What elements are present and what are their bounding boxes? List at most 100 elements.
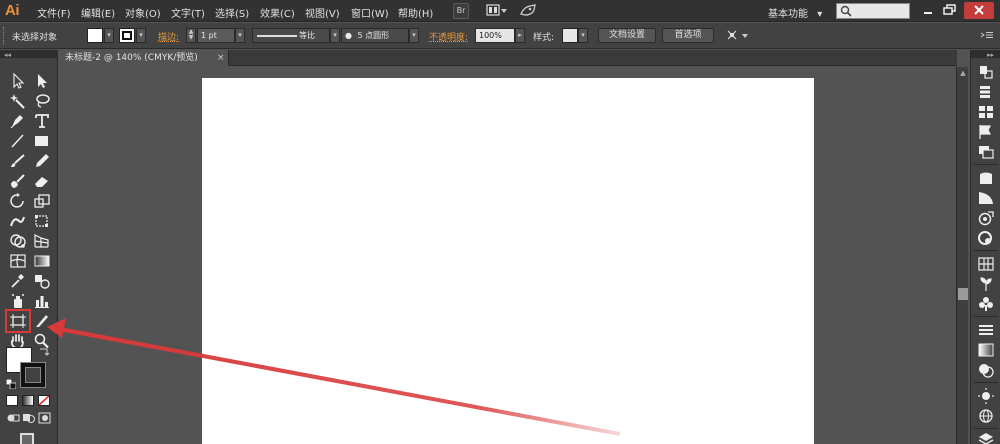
- fill-swatch[interactable]: [87, 28, 103, 43]
- layers-panel-button[interactable]: [976, 431, 996, 444]
- tools-panel-grip[interactable]: ◂◂: [0, 50, 58, 59]
- control-bar-grip[interactable]: [3, 27, 6, 45]
- swap-fill-stroke-button[interactable]: [38, 347, 50, 357]
- stroke-dropdown[interactable]: ▾: [136, 28, 146, 43]
- eyedropper-tool[interactable]: [8, 272, 28, 290]
- close-window-button[interactable]: [964, 2, 994, 19]
- menu-window[interactable]: 窗口(W): [351, 5, 389, 20]
- direct-selection-tool[interactable]: [32, 72, 52, 90]
- rotate-tool[interactable]: [8, 192, 28, 210]
- artboards-panel-button[interactable]: [976, 407, 996, 425]
- mesh-tool[interactable]: [8, 252, 28, 270]
- align-panel-button[interactable]: [976, 321, 996, 339]
- color-themes-panel-button[interactable]: [976, 387, 996, 405]
- document-tab[interactable]: 未标题-2 @ 140% (CMYK/预览) ×: [59, 50, 229, 66]
- menu-help[interactable]: 帮助(H): [398, 5, 433, 20]
- gradient-tool[interactable]: [32, 252, 52, 270]
- opacity-slider-toggle[interactable]: ▸: [515, 28, 525, 43]
- fill-dropdown[interactable]: ▾: [104, 28, 114, 43]
- graphic-style-options-button[interactable]: [976, 209, 996, 227]
- menu-select[interactable]: 选择(S): [215, 5, 249, 20]
- menu-view[interactable]: 视图(V): [305, 5, 340, 20]
- brushes-panel-button[interactable]: [976, 123, 996, 141]
- scroll-up-arrow-icon[interactable]: ▲: [958, 69, 968, 77]
- stroke-weight-dropdown[interactable]: ▾: [235, 28, 245, 43]
- opacity-field[interactable]: 100%: [475, 28, 515, 43]
- free-transform-tool[interactable]: [32, 212, 52, 230]
- vertical-scrollbar[interactable]: ▲: [956, 67, 968, 444]
- close-tab-button[interactable]: ×: [217, 50, 225, 66]
- scrollbar-thumb[interactable]: [958, 288, 968, 300]
- restore-button[interactable]: [940, 2, 960, 19]
- swatches-panel-button[interactable]: [976, 103, 996, 121]
- warp-tool[interactable]: [8, 212, 28, 230]
- opacity-label[interactable]: 不透明度:: [429, 30, 468, 43]
- club-symbols-panel-button[interactable]: [976, 295, 996, 313]
- stroke-swatch[interactable]: [119, 28, 135, 43]
- transparency-panel-button[interactable]: [976, 361, 996, 379]
- draw-normal-button[interactable]: [6, 412, 20, 424]
- blob-brush-tool[interactable]: [8, 172, 28, 190]
- help-search-input[interactable]: [836, 3, 910, 19]
- menu-file[interactable]: 文件(F): [37, 5, 71, 20]
- stroke-color-box[interactable]: [20, 362, 46, 388]
- isolate-button[interactable]: [725, 28, 751, 43]
- brush-definition-select[interactable]: ● 5 点圆形: [341, 28, 409, 43]
- layers-grid-panel-button[interactable]: [976, 255, 996, 273]
- draw-behind-button[interactable]: [22, 412, 36, 424]
- perspective-grid-tool[interactable]: [32, 232, 52, 250]
- paintbrush-tool[interactable]: [8, 152, 28, 170]
- lasso-tool[interactable]: [32, 92, 52, 110]
- gpu-performance-button[interactable]: [518, 3, 538, 19]
- default-colors-button[interactable]: [5, 378, 17, 390]
- symbol-panel-button[interactable]: [976, 275, 996, 293]
- none-mode-button[interactable]: [38, 395, 50, 406]
- shape-builder-tool[interactable]: [8, 232, 28, 250]
- draw-inside-button[interactable]: [38, 412, 52, 424]
- canvas-area[interactable]: [59, 67, 956, 444]
- screen-mode-button[interactable]: [18, 431, 36, 444]
- menu-effect[interactable]: 效果(C): [260, 5, 295, 20]
- brush-definition-dropdown[interactable]: ▾: [409, 28, 419, 43]
- graphic-style-swatch[interactable]: [562, 28, 578, 43]
- pen-tool[interactable]: [8, 112, 28, 130]
- graphic-styles-panel-button[interactable]: [976, 169, 996, 187]
- stroke-weight-field[interactable]: 1 pt: [197, 28, 235, 43]
- color-mode-button[interactable]: [6, 395, 18, 406]
- artboard[interactable]: [202, 78, 814, 444]
- scale-tool[interactable]: [32, 192, 52, 210]
- menu-object[interactable]: 对象(O): [125, 5, 161, 20]
- artboard-tool[interactable]: [5, 309, 31, 333]
- minimize-button[interactable]: [918, 2, 938, 19]
- rectangle-tool[interactable]: [32, 132, 52, 150]
- slice-tool[interactable]: [32, 312, 52, 330]
- symbols-panel-button[interactable]: [976, 143, 996, 161]
- color-guide-panel-button[interactable]: [976, 83, 996, 101]
- menu-edit[interactable]: 编辑(E): [81, 5, 115, 20]
- column-graph-tool[interactable]: [32, 292, 52, 310]
- blend-tool[interactable]: [32, 272, 52, 290]
- workspace-switcher[interactable]: 基本功能 ▾: [768, 5, 822, 20]
- appearance-panel-button[interactable]: [976, 189, 996, 207]
- preferences-button[interactable]: 首选项: [662, 28, 714, 43]
- stroke-profile-dropdown[interactable]: ▾: [330, 28, 340, 43]
- stroke-panel-button[interactable]: [976, 229, 996, 247]
- arrange-documents-button[interactable]: [486, 3, 508, 19]
- selection-tool[interactable]: [8, 72, 28, 90]
- stroke-weight-stepper[interactable]: ▲ ▼: [186, 28, 196, 43]
- pencil-tool[interactable]: [32, 152, 52, 170]
- graphic-style-dropdown[interactable]: ▾: [578, 28, 588, 43]
- stroke-profile-select[interactable]: 等比: [252, 28, 330, 43]
- panel-dock-grip[interactable]: ▸▸: [971, 50, 1000, 59]
- line-segment-tool[interactable]: [8, 132, 28, 150]
- color-panel-button[interactable]: [976, 63, 996, 81]
- bridge-button[interactable]: Br: [453, 3, 469, 19]
- control-panel-menu-button[interactable]: [980, 29, 994, 41]
- type-tool[interactable]: [32, 112, 52, 130]
- document-setup-button[interactable]: 文档设置: [598, 28, 656, 43]
- stroke-label[interactable]: 描边:: [158, 30, 179, 43]
- symbol-sprayer-tool[interactable]: [8, 292, 28, 310]
- gradient-panel-button[interactable]: [976, 341, 996, 359]
- menu-type[interactable]: 文字(T): [171, 5, 205, 20]
- magic-wand-tool[interactable]: [8, 92, 28, 110]
